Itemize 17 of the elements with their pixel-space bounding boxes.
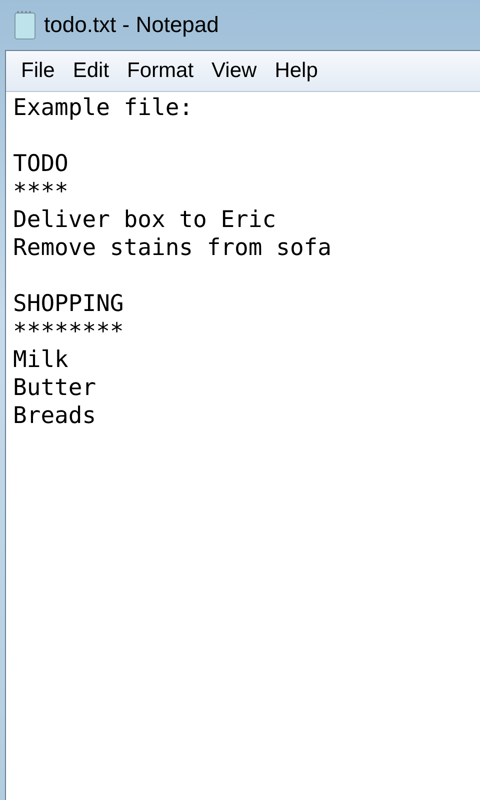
- window-title: todo.txt - Notepad: [44, 12, 219, 38]
- text-line: Milk: [13, 346, 70, 374]
- text-line: Remove stains from sofa: [13, 234, 332, 262]
- notepad-icon: [14, 10, 36, 40]
- text-line: Deliver box to Eric: [13, 206, 278, 234]
- text-line: SHOPPING: [13, 290, 125, 318]
- menu-item[interactable]: File: [12, 59, 64, 83]
- text-line: Butter: [13, 374, 98, 402]
- text-line: Breads: [13, 402, 98, 430]
- text-line: ****: [13, 178, 70, 206]
- text-line: TODO: [13, 150, 70, 178]
- menu-item[interactable]: Help: [266, 59, 327, 83]
- menu-item[interactable]: Format: [118, 59, 203, 83]
- menu-item[interactable]: View: [202, 59, 266, 83]
- text-line: Example file:: [13, 94, 194, 122]
- text-line: ********: [13, 318, 125, 346]
- menu-item[interactable]: Edit: [64, 59, 118, 83]
